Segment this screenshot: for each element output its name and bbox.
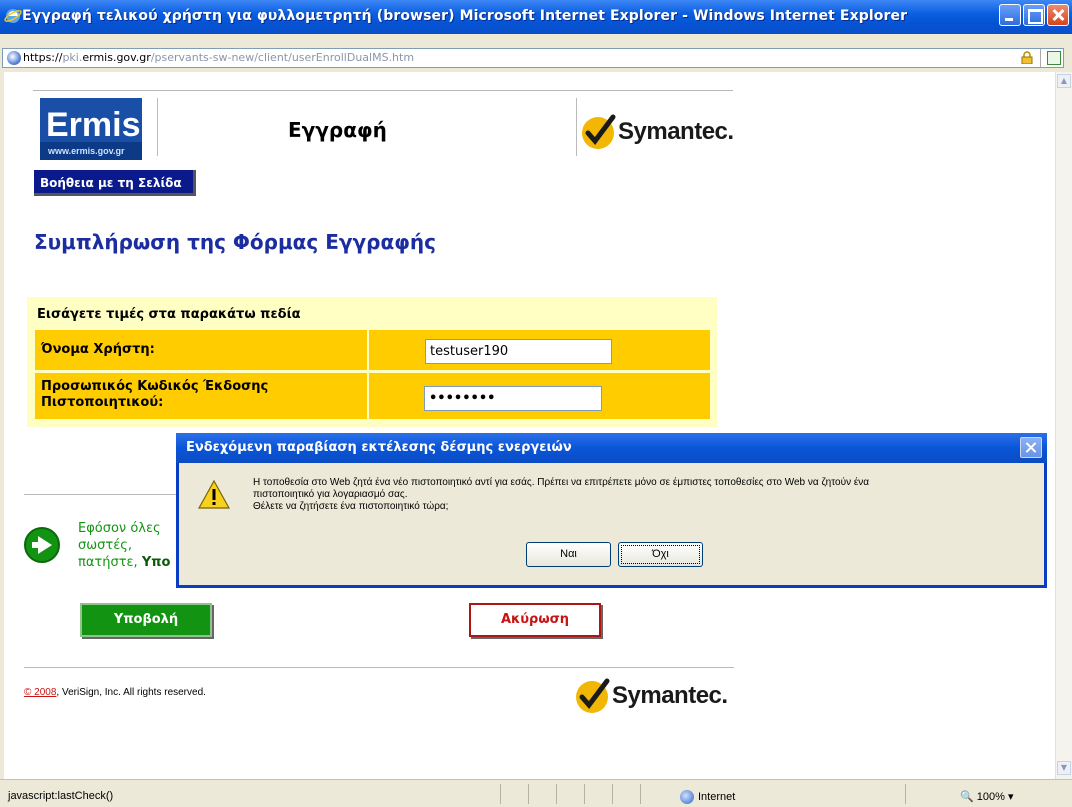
submit-instructions: Εφόσον όλες σωστές, πατήστε, Υπο xyxy=(78,520,170,571)
status-separator xyxy=(640,784,641,804)
vertical-scrollbar[interactable]: ▲ ▼ xyxy=(1055,72,1072,779)
password-label-line1: Προσωπικός Κωδικός Έκδοσης xyxy=(41,379,269,394)
zoom-level: 100% xyxy=(976,791,1005,803)
footer-divider xyxy=(24,667,734,668)
password-input[interactable]: •••••••• xyxy=(424,386,602,411)
dialog-titlebar[interactable]: Ενδεχόμενη παραβίαση εκτέλεσης δέσμης εν… xyxy=(176,433,1047,463)
url-field[interactable]: https://pki.ermis.gov.gr/pservants-sw-ne… xyxy=(2,48,1064,68)
mid-divider xyxy=(24,494,184,495)
dialog-message-line2: πιστοποιητικό για λογαριασμό σας. xyxy=(253,489,408,500)
page-viewport: Ermis. www.ermis.gov.gr Εγγραφή Symantec… xyxy=(4,72,1055,779)
arrow-right-icon xyxy=(24,527,60,563)
copyright-text: © 2008, VeriSign, Inc. All rights reserv… xyxy=(24,687,206,698)
logo-divider xyxy=(157,98,158,156)
password-row: Προσωπικός Κωδικός Έκδοσης Πιστοποιητικού… xyxy=(35,373,710,419)
address-separator xyxy=(1040,49,1041,67)
status-separator xyxy=(500,784,501,804)
username-input[interactable]: testuser190 xyxy=(425,339,612,364)
address-bar: https://pki.ermis.gov.gr/pservants-sw-ne… xyxy=(0,34,1072,72)
security-zone[interactable]: Internet xyxy=(680,790,735,804)
url-protocol: https:// xyxy=(23,51,63,64)
window-title: Εγγραφή τελικού χρήστη για φυλλομετρητή … xyxy=(22,8,908,24)
password-label: Προσωπικός Κωδικός Έκδοσης Πιστοποιητικού… xyxy=(41,379,268,411)
ermis-logo: Ermis. www.ermis.gov.gr xyxy=(40,98,142,160)
page-icon xyxy=(7,51,21,65)
dialog-message: Η τοποθεσία στο Web ζητά ένα νέο πιστοπο… xyxy=(253,477,1033,513)
instructions-line3: πατήστε, xyxy=(78,555,142,570)
dialog-message-line1: Η τοποθεσία στο Web ζητά ένα νέο πιστοπο… xyxy=(253,477,870,488)
zoom-icon: 🔍 xyxy=(960,791,974,803)
symantec-logo-header: Symantec. xyxy=(580,112,734,152)
script-warning-dialog: Ενδεχόμενη παραβίαση εκτέλεσης δέσμης εν… xyxy=(176,433,1047,588)
no-button[interactable]: Όχι xyxy=(618,542,703,567)
form-title: Συμπλήρωση της Φόρμας Εγγραφής xyxy=(34,230,436,254)
symantec-wordmark: Symantec. xyxy=(612,682,728,709)
form-caption: Εισάγετε τιμές στα παρακάτω πεδία xyxy=(37,307,301,322)
copyright-rest: , VeriSign, Inc. All rights reserved. xyxy=(56,687,206,698)
maximize-button[interactable] xyxy=(1023,4,1045,26)
zoom-control[interactable]: 🔍 100% ▾ xyxy=(960,790,1013,803)
cell-separator xyxy=(367,330,369,370)
top-divider xyxy=(33,90,733,91)
username-label: Όνομα Χρήστη: xyxy=(41,342,155,357)
help-button[interactable]: Βοήθεια με τη Σελίδα xyxy=(34,170,196,196)
status-text: javascript:lastCheck() xyxy=(8,790,114,802)
symantec-wordmark: Symantec. xyxy=(618,118,734,145)
refresh-icon[interactable] xyxy=(1047,51,1061,65)
url-host: ermis.gov.gr xyxy=(82,51,151,64)
page-heading: Εγγραφή xyxy=(288,118,387,142)
scroll-up-icon[interactable]: ▲ xyxy=(1057,74,1071,88)
symantec-check-icon xyxy=(576,678,610,713)
symantec-check-icon xyxy=(582,114,616,149)
brand-divider xyxy=(576,98,577,156)
status-separator xyxy=(612,784,613,804)
minimize-button[interactable] xyxy=(999,4,1021,26)
password-label-line2: Πιστοποιητικού: xyxy=(41,395,164,410)
close-window-button[interactable] xyxy=(1047,4,1069,26)
status-separator xyxy=(584,784,585,804)
instructions-line2: σωστές, xyxy=(78,538,132,553)
dialog-message-line3: Θέλετε να ζητήσετε ένα πιστοποιητικό τώρ… xyxy=(253,501,449,512)
warning-icon xyxy=(198,479,230,509)
logo-subtext: www.ermis.gov.gr xyxy=(47,146,125,156)
symantec-logo-footer: Symantec. xyxy=(574,676,728,716)
instructions-line1: Εφόσον όλες xyxy=(78,521,161,536)
scroll-down-icon[interactable]: ▼ xyxy=(1057,761,1071,775)
dialog-title: Ενδεχόμενη παραβίαση εκτέλεσης δέσμης εν… xyxy=(186,440,572,455)
enrollment-form: Εισάγετε τιμές στα παρακάτω πεδία Όνομα … xyxy=(27,297,717,427)
url-text: https://pki.ermis.gov.gr/pservants-sw-ne… xyxy=(23,51,414,64)
yes-button[interactable]: Ναι xyxy=(526,542,611,567)
status-separator xyxy=(905,784,906,804)
dialog-close-button[interactable] xyxy=(1020,437,1042,458)
window-titlebar[interactable]: Εγγραφή τελικού χρήστη για φυλλομετρητή … xyxy=(0,0,1072,34)
copyright-link[interactable]: © 2008 xyxy=(24,687,56,698)
username-row: Όνομα Χρήστη: testuser190 xyxy=(35,330,710,370)
globe-icon xyxy=(680,790,694,804)
lock-icon[interactable] xyxy=(1021,51,1033,64)
url-path: /pservants-sw-new/client/userEnrollDualM… xyxy=(150,51,415,64)
status-separator xyxy=(528,784,529,804)
cell-separator xyxy=(367,373,369,419)
url-host-prefix: pki. xyxy=(62,51,83,64)
status-separator xyxy=(556,784,557,804)
logo-text: Ermis. xyxy=(46,106,142,144)
status-bar: javascript:lastCheck() Internet 🔍 100% ▾ xyxy=(0,779,1072,807)
cancel-button[interactable]: Ακύρωση xyxy=(469,603,601,637)
submit-button[interactable]: Υποβολή xyxy=(80,603,212,637)
zone-label: Internet xyxy=(698,790,736,803)
instructions-line3-bold: Υπο xyxy=(141,555,171,570)
internet-explorer-icon xyxy=(4,9,22,23)
